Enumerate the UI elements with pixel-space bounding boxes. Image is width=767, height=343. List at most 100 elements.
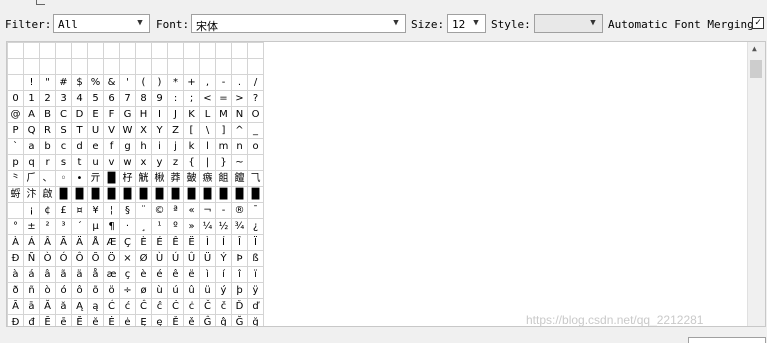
character-cell[interactable]: Ě xyxy=(167,314,184,326)
character-cell[interactable]: ú xyxy=(167,282,184,299)
character-cell[interactable]: ª xyxy=(167,202,184,219)
character-cell[interactable]: þ xyxy=(231,282,248,299)
style-dropdown[interactable]: ▼ xyxy=(534,14,603,33)
character-cell[interactable]: [ xyxy=(183,122,200,139)
character-cell[interactable]: î xyxy=(231,266,248,283)
character-cell[interactable]: ē xyxy=(55,314,72,326)
character-cell[interactable] xyxy=(71,58,88,75)
character-cell[interactable]: > xyxy=(231,90,248,107)
character-cell[interactable]: Ã xyxy=(55,234,72,251)
character-cell[interactable]: Ü xyxy=(199,250,216,267)
character-cell[interactable]: ė xyxy=(119,314,136,326)
character-cell[interactable]: Ð xyxy=(7,250,24,267)
character-cell[interactable] xyxy=(167,42,184,59)
character-cell[interactable]: ï xyxy=(247,266,264,283)
character-cell[interactable]: à xyxy=(7,266,24,283)
character-cell[interactable]: { xyxy=(183,154,200,171)
character-cell[interactable] xyxy=(199,58,216,75)
character-cell[interactable]: S xyxy=(55,122,72,139)
character-cell[interactable]: D xyxy=(71,106,88,123)
character-cell[interactable]: u xyxy=(87,154,104,171)
character-cell[interactable]: 汴 xyxy=(23,186,40,203)
character-cell[interactable]: 饘 xyxy=(231,170,248,187)
character-cell[interactable]: â xyxy=(39,266,56,283)
character-cell[interactable]: ĉ xyxy=(151,298,168,315)
character-cell[interactable]: 飷 xyxy=(215,170,232,187)
character-cell[interactable] xyxy=(215,58,232,75)
character-cell[interactable] xyxy=(135,58,152,75)
character-cell[interactable]: û xyxy=(183,282,200,299)
character-cell[interactable]: - xyxy=(215,202,232,219)
character-cell[interactable]: Ā xyxy=(7,298,24,315)
character-cell[interactable]: º xyxy=(167,218,184,235)
character-cell[interactable] xyxy=(7,74,24,91)
character-cell[interactable]: G xyxy=(119,106,136,123)
character-cell[interactable]: @ xyxy=(7,106,24,123)
character-cell[interactable]: \ xyxy=(199,122,216,139)
character-cell[interactable]: Ù xyxy=(151,250,168,267)
character-cell[interactable]: ' xyxy=(119,74,136,91)
character-cell[interactable]: Î xyxy=(231,234,248,251)
character-cell[interactable]: ì xyxy=(199,266,216,283)
character-cell[interactable]: m xyxy=(215,138,232,155)
character-cell[interactable]: Ĝ xyxy=(199,314,216,326)
character-cell[interactable] xyxy=(151,42,168,59)
character-cell[interactable]: ⺄ xyxy=(247,170,264,187)
character-cell[interactable]: c xyxy=(55,138,72,155)
character-cell[interactable]: 亓 xyxy=(87,170,104,187)
character-cell[interactable]: Ñ xyxy=(23,250,40,267)
character-cell[interactable] xyxy=(247,42,264,59)
character-cell[interactable]: T xyxy=(71,122,88,139)
character-cell[interactable]: ¥ xyxy=(87,202,104,219)
character-cell[interactable]: ć xyxy=(119,298,136,315)
character-cell[interactable]: █ xyxy=(231,186,248,203)
character-cell[interactable]: Ĕ xyxy=(71,314,88,326)
character-cell[interactable]: ) xyxy=(151,74,168,91)
character-cell[interactable]: Q xyxy=(23,122,40,139)
character-cell[interactable]: Ï xyxy=(247,234,264,251)
character-cell[interactable]: | xyxy=(199,154,216,171)
character-cell[interactable]: ÷ xyxy=(119,282,136,299)
character-cell[interactable]: « xyxy=(183,202,200,219)
character-cell[interactable]: W xyxy=(119,122,136,139)
character-cell[interactable]: █ xyxy=(167,186,184,203)
character-cell[interactable]: è xyxy=(135,266,152,283)
character-cell[interactable]: _ xyxy=(247,122,264,139)
character-cell[interactable]: V xyxy=(103,122,120,139)
character-cell[interactable]: Ä xyxy=(71,234,88,251)
character-cell[interactable]: % xyxy=(87,74,104,91)
character-cell[interactable]: p xyxy=(7,154,24,171)
character-cell[interactable]: Ď xyxy=(231,298,248,315)
character-cell[interactable]: ĝ xyxy=(215,314,232,326)
character-cell[interactable]: ċ xyxy=(183,298,200,315)
character-cell[interactable]: Ö xyxy=(103,250,120,267)
character-cell[interactable]: h xyxy=(135,138,152,155)
character-cell[interactable]: ⺁ xyxy=(23,170,40,187)
character-cell[interactable]: ¿ xyxy=(247,218,264,235)
character-cell[interactable]: ¨ xyxy=(135,202,152,219)
character-cell[interactable]: r xyxy=(39,154,56,171)
character-cell[interactable]: ¢ xyxy=(39,202,56,219)
character-cell[interactable] xyxy=(103,42,120,59)
character-cell[interactable]: n xyxy=(231,138,248,155)
character-cell[interactable] xyxy=(135,42,152,59)
character-cell[interactable]: Ĉ xyxy=(135,298,152,315)
character-cell[interactable]: 9 xyxy=(151,90,168,107)
character-cell[interactable]: æ xyxy=(103,266,120,283)
character-cell[interactable]: Ô xyxy=(71,250,88,267)
scrollbar-thumb[interactable] xyxy=(750,60,762,78)
character-cell[interactable]: y xyxy=(151,154,168,171)
character-cell[interactable]: █ xyxy=(103,170,120,187)
character-cell[interactable]: ± xyxy=(23,218,40,235)
character-cell[interactable]: 皷 xyxy=(183,170,200,187)
character-cell[interactable]: ² xyxy=(39,218,56,235)
character-cell[interactable]: ⺀ xyxy=(7,170,24,187)
character-cell[interactable]: 1 xyxy=(23,90,40,107)
character-cell[interactable]: Ė xyxy=(103,314,120,326)
character-cell[interactable]: ê xyxy=(167,266,184,283)
character-cell[interactable]: ³ xyxy=(55,218,72,235)
character-cell[interactable]: 2 xyxy=(39,90,56,107)
character-cell[interactable]: 、 xyxy=(39,170,56,187)
character-cell[interactable]: + xyxy=(183,74,200,91)
character-cell[interactable]: Ē xyxy=(39,314,56,326)
